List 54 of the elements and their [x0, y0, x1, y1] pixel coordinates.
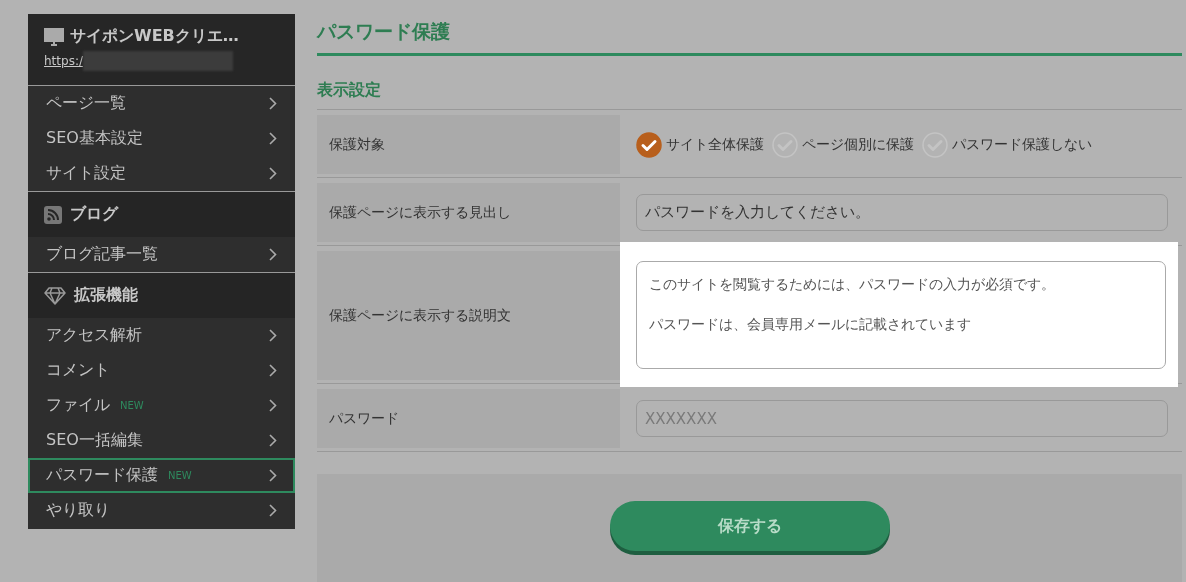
field-label: 保護対象: [317, 115, 620, 174]
option-label: ページ個別に保護: [802, 135, 914, 154]
textarea-field[interactable]: このサイトを閲覧するためには、パスワードの入力が必須です。 パスワードは、会員専用メールに記載されています: [636, 260, 1166, 369]
field-label: 保護ページに表示する見出し: [317, 183, 620, 242]
section-title: 表示設定: [317, 76, 1182, 110]
chevron-right-icon: [269, 97, 277, 110]
chevron-right-icon: [269, 434, 277, 447]
chevron-right-icon: [269, 469, 277, 482]
menu-item-label: ブログ記事一覧: [46, 244, 158, 265]
chevron-right-icon: [269, 504, 277, 517]
option-label: サイト全体保護: [666, 135, 764, 154]
option-label: パスワード保護しない: [952, 135, 1092, 154]
menu-item-label: ページ一覧: [46, 93, 126, 114]
chevron-right-icon: [269, 364, 277, 377]
menu-item-label: SEO基本設定: [46, 128, 143, 149]
menu-item[interactable]: コメント: [28, 353, 295, 388]
menu-item-label: ファイル: [46, 395, 110, 416]
menu-item[interactable]: SEO一括編集: [28, 423, 295, 458]
textarea-text: このサイトを閲覧するためには、パスワードの入力が必須です。: [649, 274, 1055, 294]
chevron-right-icon: [269, 329, 277, 342]
group-title: 拡張機能: [74, 285, 138, 306]
menu-item[interactable]: SEO基本設定: [28, 121, 295, 156]
check-circle-icon[interactable]: [636, 131, 662, 158]
chevron-right-icon: [269, 167, 277, 180]
gem-icon: [44, 286, 66, 305]
chevron-right-icon: [269, 248, 277, 261]
new-label: NEW: [120, 400, 144, 411]
text-field[interactable]: XXXXXXX: [636, 400, 1168, 437]
site-title: サイポンWEBクリエ…: [70, 26, 239, 47]
page-title: パスワード保護: [317, 14, 1182, 56]
menu-item[interactable]: やり取り: [28, 493, 295, 528]
new-label: NEW: [168, 470, 192, 481]
chevron-right-icon: [269, 399, 277, 412]
textarea-text: パスワードは、会員専用メールに記載されています: [649, 314, 971, 334]
menu-item-label: コメント: [46, 360, 110, 381]
menu-item[interactable]: サイト設定: [28, 156, 295, 191]
menu-item-label: SEO一括編集: [46, 430, 143, 451]
menu-item[interactable]: パスワード保護 NEW: [28, 458, 295, 493]
menu-item[interactable]: アクセス解析: [28, 318, 295, 353]
menu-item[interactable]: ファイル NEW: [28, 388, 295, 423]
group-title: ブログ: [70, 204, 118, 225]
menu-item-label: やり取り: [46, 500, 110, 521]
field-label: 保護ページに表示する説明文: [317, 251, 620, 380]
monitor-icon: [44, 27, 64, 46]
text-field[interactable]: パスワードを入力してください。: [636, 194, 1168, 231]
menu-item-label: サイト設定: [46, 163, 126, 184]
chevron-right-icon: [269, 132, 277, 145]
menu-item[interactable]: ページ一覧: [28, 86, 295, 121]
rss-icon: [44, 205, 62, 224]
field-label: パスワード: [317, 389, 620, 448]
site-url-link[interactable]: https:/: [44, 54, 83, 68]
menu-item-label: アクセス解析: [46, 325, 142, 346]
menu-item[interactable]: ブログ記事一覧: [28, 237, 295, 272]
menu-item-label: パスワード保護: [46, 465, 158, 486]
